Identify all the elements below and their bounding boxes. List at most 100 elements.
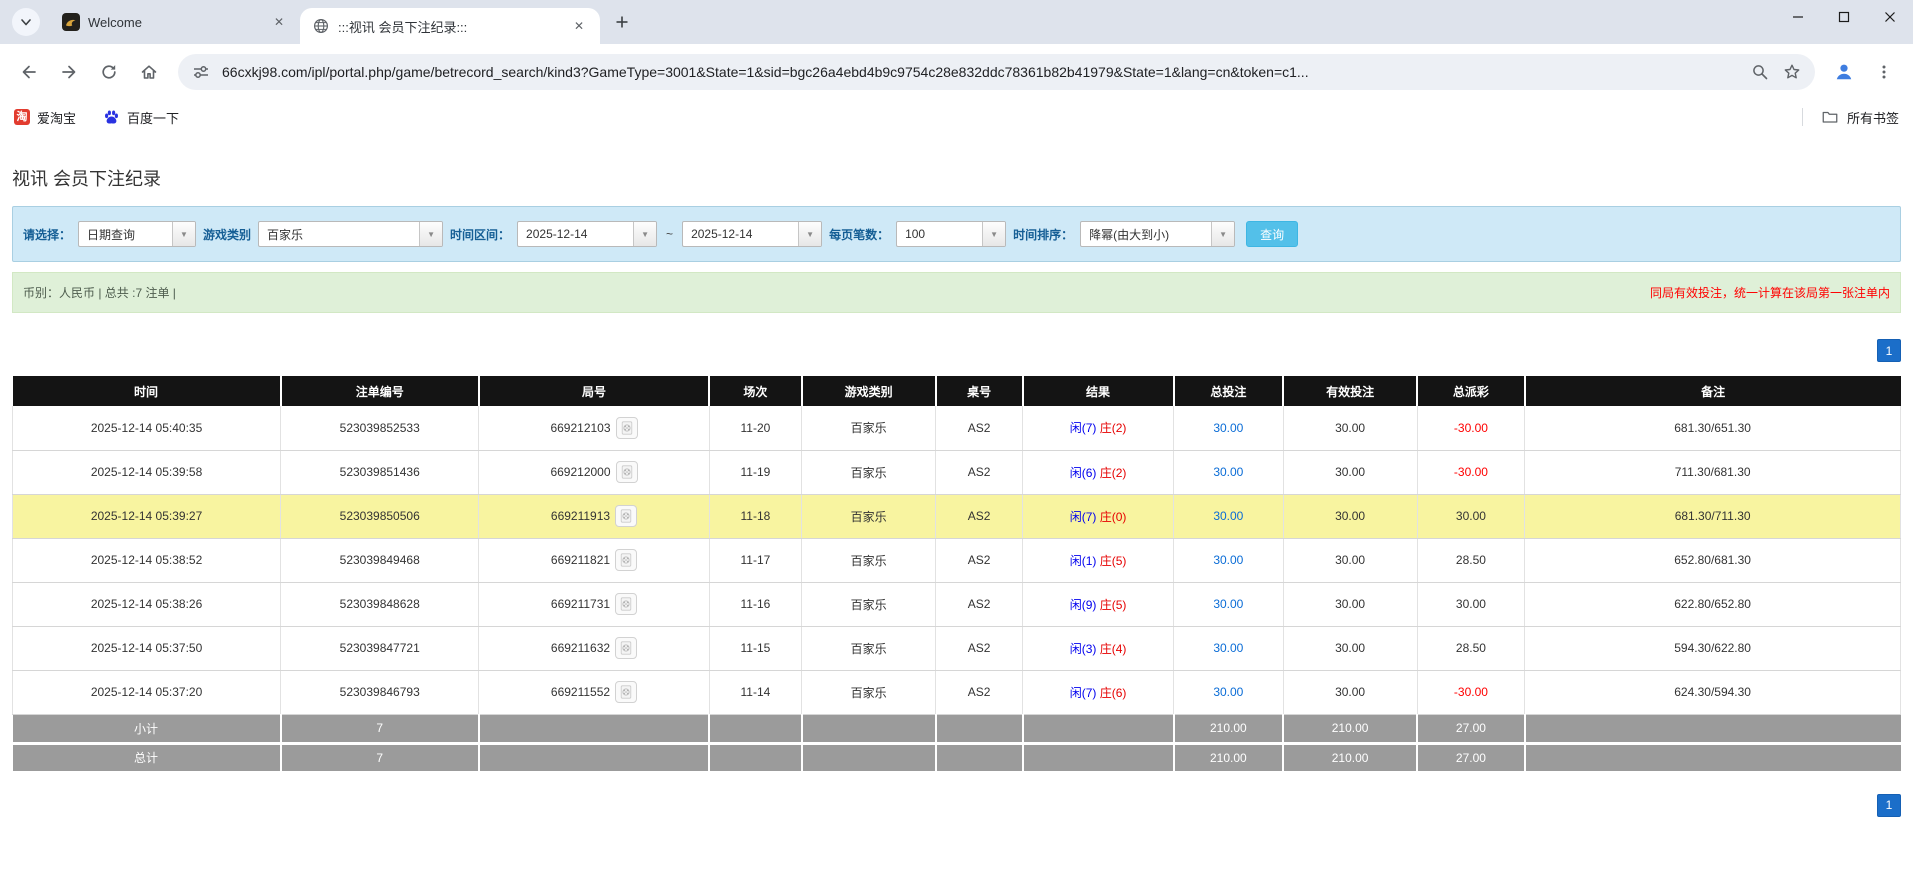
tab-betrecord[interactable]: :::视讯 会员下注纪录::: ✕ <box>300 8 600 44</box>
video-replay-button[interactable] <box>615 593 638 615</box>
film-reel-icon <box>620 553 632 567</box>
sort-select[interactable]: 降幂(由大到小) ▼ <box>1080 221 1236 247</box>
chevron-down-icon[interactable]: ▼ <box>1211 222 1235 246</box>
query-type-value[interactable]: 日期查询 <box>79 222 172 246</box>
total-row-empty <box>801 743 937 774</box>
total-row-empty <box>935 743 1024 774</box>
menu-button[interactable] <box>1865 53 1903 91</box>
search-button[interactable]: 查询 <box>1246 221 1299 247</box>
page-1-button[interactable]: 1 <box>1877 339 1901 362</box>
round-id-text: 669211552 <box>550 685 611 699</box>
cell-payout: 28.50 <box>1417 538 1526 583</box>
maximize-button[interactable] <box>1821 0 1867 34</box>
cell-session: 11-15 <box>709 626 803 671</box>
cell-total-bet-link[interactable]: 30.00 <box>1173 582 1284 627</box>
table-row: 2025-12-14 05:40:35 523039852533 669212103… <box>11 406 1901 451</box>
reload-button[interactable] <box>90 53 128 91</box>
bookmark-star-icon[interactable] <box>1781 61 1803 83</box>
page-1-button[interactable]: 1 <box>1877 793 1901 817</box>
query-type-select[interactable]: 日期查询 ▼ <box>78 221 197 247</box>
cell-bet-id: 523039847721 <box>280 626 480 671</box>
browser-toolbar: 66cxkj98.com/ipl/portal.php/game/betreco… <box>0 44 1913 99</box>
column-header-7: 结果 <box>1022 376 1175 406</box>
table-body: 2025-12-14 05:40:35 523039852533 669212103… <box>11 406 1901 774</box>
chevron-down-icon[interactable]: ▼ <box>419 222 443 246</box>
video-replay-button[interactable] <box>615 549 638 571</box>
cell-total-bet-link[interactable]: 30.00 <box>1173 670 1284 715</box>
baidu-paw-icon <box>102 108 120 126</box>
chevron-down-icon <box>21 19 31 26</box>
video-replay-button[interactable] <box>615 416 638 439</box>
close-button[interactable] <box>1867 0 1913 34</box>
home-button[interactable] <box>130 53 168 91</box>
cell-total-bet-link[interactable]: 30.00 <box>1173 450 1284 495</box>
result-banker: 庄(4) <box>1099 641 1127 656</box>
bookmark-taobao[interactable]: 淘 爱淘宝 <box>14 108 76 127</box>
result-banker: 庄(6) <box>1099 685 1127 700</box>
round-id-text: 669211632 <box>550 641 611 655</box>
chevron-down-icon[interactable]: ▼ <box>982 222 1006 246</box>
date-to-value[interactable]: 2025-12-14 <box>683 222 798 246</box>
column-header-11: 备注 <box>1524 376 1901 406</box>
address-bar[interactable]: 66cxkj98.com/ipl/portal.php/game/betreco… <box>178 53 1815 90</box>
round-id-text: 669212000 <box>550 465 611 479</box>
info-bar: 币别：人民币 | 总共 :7 注单 | 同局有效投注，统一计算在该局第一张注单内 <box>12 272 1901 313</box>
divider <box>1801 108 1803 126</box>
site-settings-icon[interactable] <box>190 61 212 83</box>
folder-icon <box>1822 111 1838 123</box>
all-bookmarks[interactable]: 所有书签 <box>1801 108 1899 127</box>
chevron-down-icon[interactable]: ▼ <box>633 222 657 246</box>
cell-round-id: 669211632 <box>478 626 710 671</box>
chevron-down-icon[interactable]: ▼ <box>172 222 196 246</box>
video-replay-button[interactable] <box>615 637 638 659</box>
subtotal-row-empty <box>478 714 711 745</box>
game-type-select[interactable]: 百家乐 ▼ <box>258 221 444 247</box>
bookmark-baidu[interactable]: 百度一下 <box>102 108 179 127</box>
cell-total-bet-link[interactable]: 30.00 <box>1173 494 1284 539</box>
date-from-value[interactable]: 2025-12-14 <box>518 222 633 246</box>
result-banker: 庄(2) <box>1099 421 1127 436</box>
cell-payout: -30.00 <box>1417 670 1526 715</box>
tab-close-icon[interactable]: ✕ <box>570 17 588 35</box>
profile-avatar[interactable] <box>1825 53 1863 91</box>
cell-note: 681.30/711.30 <box>1524 494 1901 539</box>
zoom-magnifier-icon[interactable] <box>1749 61 1771 83</box>
date-range-label: 时间区间： <box>450 227 511 242</box>
film-reel-icon <box>620 685 632 699</box>
cell-session: 11-18 <box>709 494 803 539</box>
tab-search-button[interactable] <box>12 8 40 36</box>
chevron-down-icon[interactable]: ▼ <box>798 222 822 246</box>
cell-payout: 28.50 <box>1417 626 1526 671</box>
cell-bet-id: 523039846793 <box>280 670 480 715</box>
video-replay-button[interactable] <box>615 681 638 703</box>
date-to-select[interactable]: 2025-12-14 ▼ <box>682 221 823 247</box>
forward-button[interactable] <box>50 53 88 91</box>
cell-total-bet-link[interactable]: 30.00 <box>1173 626 1284 671</box>
cell-result: 闲(9) 庄(5) <box>1022 582 1175 627</box>
subtotal-row-empty <box>709 714 803 745</box>
date-from-select[interactable]: 2025-12-14 ▼ <box>517 221 658 247</box>
video-replay-button[interactable] <box>615 461 638 483</box>
minimize-button[interactable] <box>1775 0 1821 34</box>
back-button[interactable] <box>10 53 48 91</box>
table-row: 2025-12-14 05:38:26 523039848628 669211731… <box>11 582 1901 627</box>
page-size-value[interactable]: 100 <box>897 222 982 246</box>
cell-table-id: AS2 <box>935 450 1024 495</box>
cell-round-id: 669211552 <box>478 670 710 715</box>
total-row-label: 总计 <box>12 743 282 774</box>
game-type-value[interactable]: 百家乐 <box>259 222 419 246</box>
url-text[interactable]: 66cxkj98.com/ipl/portal.php/game/betreco… <box>222 64 1739 80</box>
cell-game-type: 百家乐 <box>801 494 937 539</box>
new-tab-button[interactable] <box>608 8 636 36</box>
cell-total-bet-link[interactable]: 30.00 <box>1173 538 1284 583</box>
tab-close-icon[interactable]: ✕ <box>270 13 288 31</box>
tab-welcome[interactable]: Welcome ✕ <box>50 0 300 44</box>
cell-game-type: 百家乐 <box>801 626 937 671</box>
maximize-icon <box>1838 11 1850 23</box>
sort-value[interactable]: 降幂(由大到小) <box>1081 222 1211 246</box>
video-replay-button[interactable] <box>615 505 638 527</box>
page-size-select[interactable]: 100 ▼ <box>896 221 1007 247</box>
cell-total-bet-link[interactable]: 30.00 <box>1173 406 1284 451</box>
subtotal-row-empty <box>1524 714 1901 745</box>
cell-bet-id: 523039848628 <box>280 582 480 627</box>
